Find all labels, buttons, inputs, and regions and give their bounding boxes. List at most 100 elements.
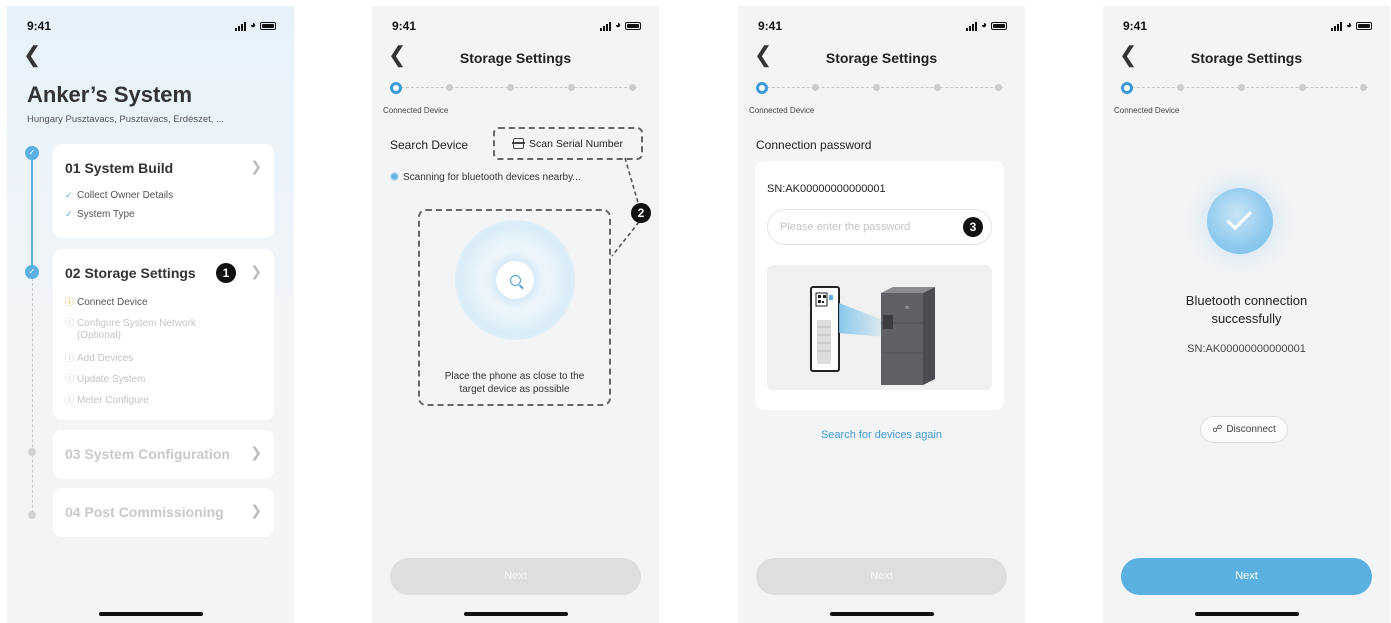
home-indicator bbox=[99, 612, 203, 616]
page-title: Anker’s System bbox=[27, 82, 193, 107]
success-check-icon bbox=[1207, 188, 1273, 254]
substep-item: ⓘ Connect Device bbox=[65, 297, 148, 308]
signal-icon bbox=[1330, 21, 1342, 31]
stepper-dot bbox=[934, 84, 941, 91]
annotation-badge-1: 1 bbox=[216, 263, 236, 283]
status-icons: ◕ bbox=[234, 20, 276, 31]
substep-item: ✓ System Type bbox=[65, 209, 135, 220]
next-button[interactable]: Next bbox=[756, 558, 1007, 595]
stepper-dot bbox=[1177, 84, 1184, 91]
step-done-icon: ✓ bbox=[25, 146, 39, 160]
annotation-badge-2: 2 bbox=[631, 203, 651, 223]
stepper-dot bbox=[812, 84, 819, 91]
next-button[interactable]: Next bbox=[1121, 558, 1372, 595]
substep-item: ⓘ Configure System Network bbox=[65, 318, 196, 329]
system-address: Hungary Pusztavacs, Pusztavacs, Erdészet… bbox=[27, 114, 224, 125]
warning-icon: ⓘ bbox=[65, 297, 75, 307]
home-indicator bbox=[1195, 612, 1299, 616]
disconnect-icon: ☍ bbox=[1212, 424, 1223, 435]
nav-title: Storage Settings bbox=[1190, 50, 1303, 66]
status-icons: ◕ bbox=[1330, 20, 1372, 31]
device-illustration: ≡ bbox=[767, 265, 992, 390]
svg-text:≡: ≡ bbox=[905, 305, 909, 311]
nav-title: Storage Settings bbox=[825, 50, 938, 66]
stepper-dot bbox=[1360, 84, 1367, 91]
status-icons: ◕ bbox=[965, 20, 1007, 31]
step-title: 03 System Configuration bbox=[65, 446, 230, 462]
scan-area-box: Place the phone as close to the target d… bbox=[418, 209, 611, 406]
device-serial: SN:AK00000000000001 bbox=[1187, 343, 1306, 355]
stepper-dot bbox=[1299, 84, 1306, 91]
status-time: 9:41 bbox=[27, 19, 52, 33]
step-pending-dot bbox=[28, 448, 36, 456]
step-current-icon: ✓ bbox=[25, 265, 39, 279]
wifi-icon: ◕ bbox=[1345, 20, 1352, 31]
connection-success-screen: 9:41 ◕ ❮ Storage Settings Connected Devi… bbox=[1103, 6, 1390, 623]
stepper-label: Connected Device bbox=[1114, 106, 1180, 115]
stepper-dot bbox=[995, 84, 1002, 91]
status-bar: 9:41 ◕ bbox=[758, 18, 1007, 34]
info-icon: ⓘ bbox=[65, 374, 75, 384]
connection-card: SN:AK00000000000001 3 ≡ bbox=[755, 161, 1004, 410]
info-icon: ⓘ bbox=[65, 353, 75, 363]
system-build-screen: 9:41 ◕ ❮ Anker’s System Hungary Pusztava… bbox=[7, 6, 294, 623]
next-button[interactable]: Next bbox=[390, 558, 641, 595]
battery-icon bbox=[1356, 22, 1372, 30]
progress-rail-pending bbox=[32, 278, 33, 518]
step-card-system-configuration[interactable]: 03 System Configuration ❯ bbox=[53, 430, 274, 479]
step-title: 04 Post Commissioning bbox=[65, 504, 224, 520]
stepper-label: Connected Device bbox=[749, 106, 815, 115]
progress-stepper bbox=[1121, 82, 1372, 94]
chevron-right-icon: ❯ bbox=[250, 444, 262, 460]
chevron-right-icon: ❯ bbox=[250, 158, 262, 174]
success-message: Bluetooth connection successfully bbox=[1185, 293, 1308, 326]
device-serial: SN:AK00000000000001 bbox=[767, 183, 886, 195]
step-card-system-build[interactable]: 01 System Build ❯ ✓ Collect Owner Details… bbox=[53, 144, 274, 238]
disconnect-label: Disconnect bbox=[1226, 424, 1276, 435]
placement-hint: Place the phone as close to the target d… bbox=[444, 371, 585, 395]
annotation-badge-3: 3 bbox=[963, 217, 983, 237]
wifi-icon: ◕ bbox=[249, 20, 256, 31]
connection-password-label: Connection password bbox=[756, 138, 872, 152]
stepper-dot-active bbox=[1121, 82, 1133, 94]
info-icon: ⓘ bbox=[65, 318, 75, 328]
step-pending-dot bbox=[28, 511, 36, 519]
substep-item: ⓘ Update System bbox=[65, 374, 146, 385]
progress-rail-done bbox=[31, 158, 33, 268]
step-card-post-commissioning[interactable]: 04 Post Commissioning ❯ bbox=[53, 488, 274, 537]
step-card-storage-settings[interactable]: 02 Storage Settings 1 ❯ ⓘ Connect Device … bbox=[53, 249, 274, 420]
info-icon: ⓘ bbox=[65, 395, 75, 405]
signal-icon bbox=[965, 21, 977, 31]
substep-item: ⓘ Add Devices bbox=[65, 353, 134, 364]
substep-item: ✓ Collect Owner Details bbox=[65, 190, 174, 201]
back-arrow-icon[interactable]: ❮ bbox=[23, 44, 41, 66]
wifi-icon: ◕ bbox=[980, 20, 987, 31]
check-icon: ✓ bbox=[65, 209, 73, 219]
device-label-illustration: ≡ bbox=[810, 286, 935, 385]
signal-icon bbox=[234, 21, 246, 31]
scan-ripple bbox=[455, 220, 575, 340]
battery-icon bbox=[991, 22, 1007, 30]
search-again-link[interactable]: Search for devices again bbox=[738, 429, 1025, 441]
disconnect-button[interactable]: ☍ Disconnect bbox=[1200, 416, 1288, 443]
check-icon: ✓ bbox=[65, 190, 73, 200]
password-input[interactable] bbox=[767, 209, 992, 245]
stepper-dot-active bbox=[756, 82, 768, 94]
progress-stepper bbox=[756, 82, 1007, 94]
home-indicator bbox=[830, 612, 934, 616]
stepper-dot bbox=[873, 84, 880, 91]
step-title: 02 Storage Settings bbox=[65, 265, 196, 281]
status-bar: 9:41 ◕ bbox=[27, 18, 276, 34]
step-title: 01 System Build bbox=[65, 160, 174, 176]
search-device-screen: 9:41 ◕ ❮ Storage Settings Connected Devi… bbox=[372, 6, 659, 623]
substep-item: ⓘ Meter Configure bbox=[65, 395, 149, 406]
chevron-right-icon: ❯ bbox=[250, 502, 262, 518]
battery-icon bbox=[260, 22, 276, 30]
status-time: 9:41 bbox=[1123, 19, 1148, 33]
substep-item: (Optional) bbox=[77, 330, 121, 341]
status-time: 9:41 bbox=[758, 19, 783, 33]
search-icon bbox=[496, 261, 534, 299]
chevron-right-icon: ❯ bbox=[250, 263, 262, 279]
status-bar: 9:41 ◕ bbox=[1123, 18, 1372, 34]
stepper-dot bbox=[1238, 84, 1245, 91]
